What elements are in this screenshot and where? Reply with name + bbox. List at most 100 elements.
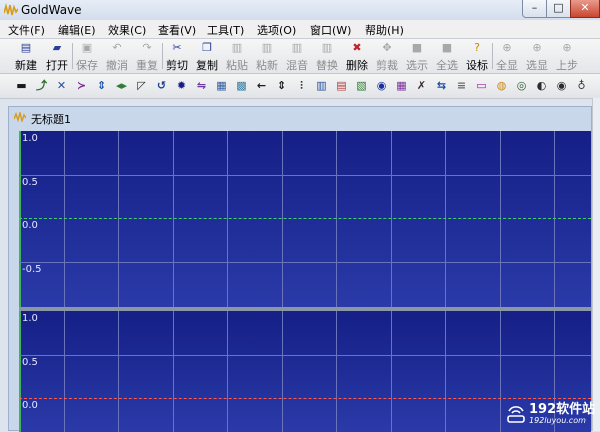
grid-line xyxy=(282,311,283,432)
spectrum-icon[interactable]: ◉ xyxy=(375,79,388,92)
arrow-left-icon[interactable]: ← xyxy=(255,79,268,92)
grid-line xyxy=(227,311,228,432)
grid-line xyxy=(64,311,65,432)
new-label: 新建 xyxy=(15,59,37,72)
show-selection-button[interactable]: ⊕ 选显 xyxy=(525,41,549,73)
volume-icon[interactable]: ▥ xyxy=(315,79,328,92)
vertical-scrollbar[interactable] xyxy=(592,98,600,431)
loop-icon[interactable]: ↺ xyxy=(155,79,168,92)
channel-left[interactable]: 1.0 0.5 0.0 -0.5 xyxy=(19,131,591,307)
resample-icon[interactable]: ⇆ xyxy=(435,79,448,92)
trim-button[interactable]: ✥ 剪裁 xyxy=(375,41,399,73)
compressor-icon[interactable]: ⇕ xyxy=(95,79,108,92)
noise-reduction-icon[interactable]: ▧ xyxy=(355,79,368,92)
replace-button[interactable]: ▥ 替换 xyxy=(315,41,339,73)
balance-icon[interactable]: ◍ xyxy=(495,79,508,92)
equalizer-icon[interactable]: ▦ xyxy=(215,79,228,92)
filter-icon[interactable]: ▩ xyxy=(235,79,248,92)
axis-label: 0.5 xyxy=(22,357,38,368)
delete-icon: ✖ xyxy=(352,41,362,54)
mechanize-icon[interactable]: ✹ xyxy=(175,79,188,92)
show-all-label: 全显 xyxy=(496,59,518,72)
time-warp-icon[interactable]: ⇕ xyxy=(275,79,288,92)
document-caption[interactable]: 无标题1 xyxy=(9,107,591,129)
search-icon[interactable]: ◉ xyxy=(555,79,568,92)
select-view-button[interactable]: ■ 选示 xyxy=(405,41,429,73)
channel-right-edge xyxy=(19,311,21,432)
axis-label: 0.0 xyxy=(22,400,38,411)
grid-line xyxy=(445,311,446,432)
rewind-icon[interactable]: ◐ xyxy=(535,79,548,92)
app-title: GoldWave xyxy=(21,3,82,17)
copy-button[interactable]: ❐ 复制 xyxy=(195,41,219,73)
doppler-icon[interactable]: ⤴ xyxy=(35,79,48,92)
waveform-display[interactable]: 1.0 0.5 0.0 -0.5 1.0 0.5 0.0 xyxy=(19,131,591,432)
axis-label: 1.0 xyxy=(22,133,38,144)
paste-new-button[interactable]: ▥ 粘新 xyxy=(255,41,279,73)
router-logo-icon xyxy=(507,406,525,423)
bulb-icon[interactable]: ♁ xyxy=(575,79,588,92)
reverb-icon[interactable]: ≡ xyxy=(455,79,468,92)
silence-icon[interactable]: ✗ xyxy=(415,79,428,92)
menu-edit[interactable]: 编辑(E) xyxy=(58,22,96,38)
mixer-icon[interactable]: ▤ xyxy=(335,79,348,92)
menu-file[interactable]: 文件(F) xyxy=(8,22,45,38)
replace-icon: ▥ xyxy=(321,41,333,54)
previous-zoom-button[interactable]: ⊕ 上步 xyxy=(555,41,579,73)
envelope-icon[interactable]: ◂▸ xyxy=(115,79,128,92)
minimize-button[interactable]: – xyxy=(522,0,547,18)
speed-icon[interactable]: ◎ xyxy=(515,79,528,92)
delete-button[interactable]: ✖ 删除 xyxy=(345,41,369,73)
menu-window[interactable]: 窗口(W) xyxy=(310,22,351,38)
mix-label: 混音 xyxy=(286,59,308,72)
open-button[interactable]: ▰ 打开 xyxy=(45,41,69,73)
menu-tools[interactable]: 工具(T) xyxy=(207,22,244,38)
channel-swap-icon[interactable]: ✕ xyxy=(55,79,68,92)
redo-icon: ↷ xyxy=(142,41,152,54)
stereo-icon[interactable]: ▦ xyxy=(395,79,408,92)
show-selection-icon: ⊕ xyxy=(532,41,542,54)
dc-offset-icon[interactable]: ▬ xyxy=(15,79,28,92)
select-all-button[interactable]: ■ 全选 xyxy=(435,41,459,73)
channel-left-waveform xyxy=(19,218,591,220)
paste-new-icon: ▥ xyxy=(261,41,273,54)
waveform-doc-icon xyxy=(14,112,26,122)
fade-icon[interactable]: ◸ xyxy=(135,79,148,92)
new-button[interactable]: ▤ 新建 xyxy=(14,41,38,73)
select-view-icon: ■ xyxy=(411,41,423,54)
new-file-icon: ▤ xyxy=(20,41,32,54)
save-button[interactable]: ▣ 保存 xyxy=(75,41,99,73)
menu-bar: 文件(F) 编辑(E) 效果(C) 查看(V) 工具(T) 选项(O) 窗口(W… xyxy=(0,20,600,39)
show-all-button[interactable]: ⊕ 全显 xyxy=(495,41,519,73)
mix-button[interactable]: ▥ 混音 xyxy=(285,41,309,73)
show-selection-label: 选显 xyxy=(526,59,548,72)
redo-button[interactable]: ↷ 重复 xyxy=(135,41,159,73)
menu-options[interactable]: 选项(O) xyxy=(257,22,296,38)
undo-button[interactable]: ↶ 撤消 xyxy=(105,41,129,73)
select-view-label: 选示 xyxy=(406,59,428,72)
close-button[interactable]: ✕ xyxy=(570,0,600,18)
menu-view[interactable]: 查看(V) xyxy=(158,22,196,38)
menu-effects[interactable]: 效果(C) xyxy=(108,22,146,38)
menu-help[interactable]: 帮助(H) xyxy=(365,22,404,38)
goldwave-logo-icon xyxy=(4,3,18,16)
pitch-icon[interactable]: ⇋ xyxy=(195,79,208,92)
cut-button[interactable]: ✂ 剪切 xyxy=(165,41,189,73)
bass-icon[interactable]: ▭ xyxy=(475,79,488,92)
effects-toolbar: ▬ ⤴ ✕ ≻ ⇕ ◂▸ ◸ ↺ ✹ ⇋ ▦ ▩ ← ⇕ ⫶ ▥ ▤ ▧ ◉ ▦… xyxy=(0,74,600,99)
paste-button[interactable]: ▥ 粘贴 xyxy=(225,41,249,73)
paste-new-label: 粘新 xyxy=(256,59,278,72)
maximize-button[interactable]: □ xyxy=(546,0,571,18)
show-all-icon: ⊕ xyxy=(502,41,512,54)
grid-line xyxy=(19,355,591,356)
watermark-title: 192软件站 xyxy=(529,402,596,417)
set-marker-label: 设标 xyxy=(466,59,488,72)
main-toolbar: ▤ 新建 ▰ 打开 ▣ 保存 ↶ 撤消 ↷ 重复 ✂ 剪切 ❐ 复制 ▥ 粘贴 … xyxy=(0,39,600,74)
delete-label: 删除 xyxy=(346,59,368,72)
trim-label: 剪裁 xyxy=(376,59,398,72)
select-all-icon: ■ xyxy=(441,41,453,54)
set-marker-button[interactable]: ? 设标 xyxy=(465,41,489,73)
title-bar: GoldWave – □ ✕ xyxy=(0,0,600,20)
echo-icon[interactable]: ≻ xyxy=(75,79,88,92)
parametric-eq-icon[interactable]: ⫶ xyxy=(295,79,308,92)
